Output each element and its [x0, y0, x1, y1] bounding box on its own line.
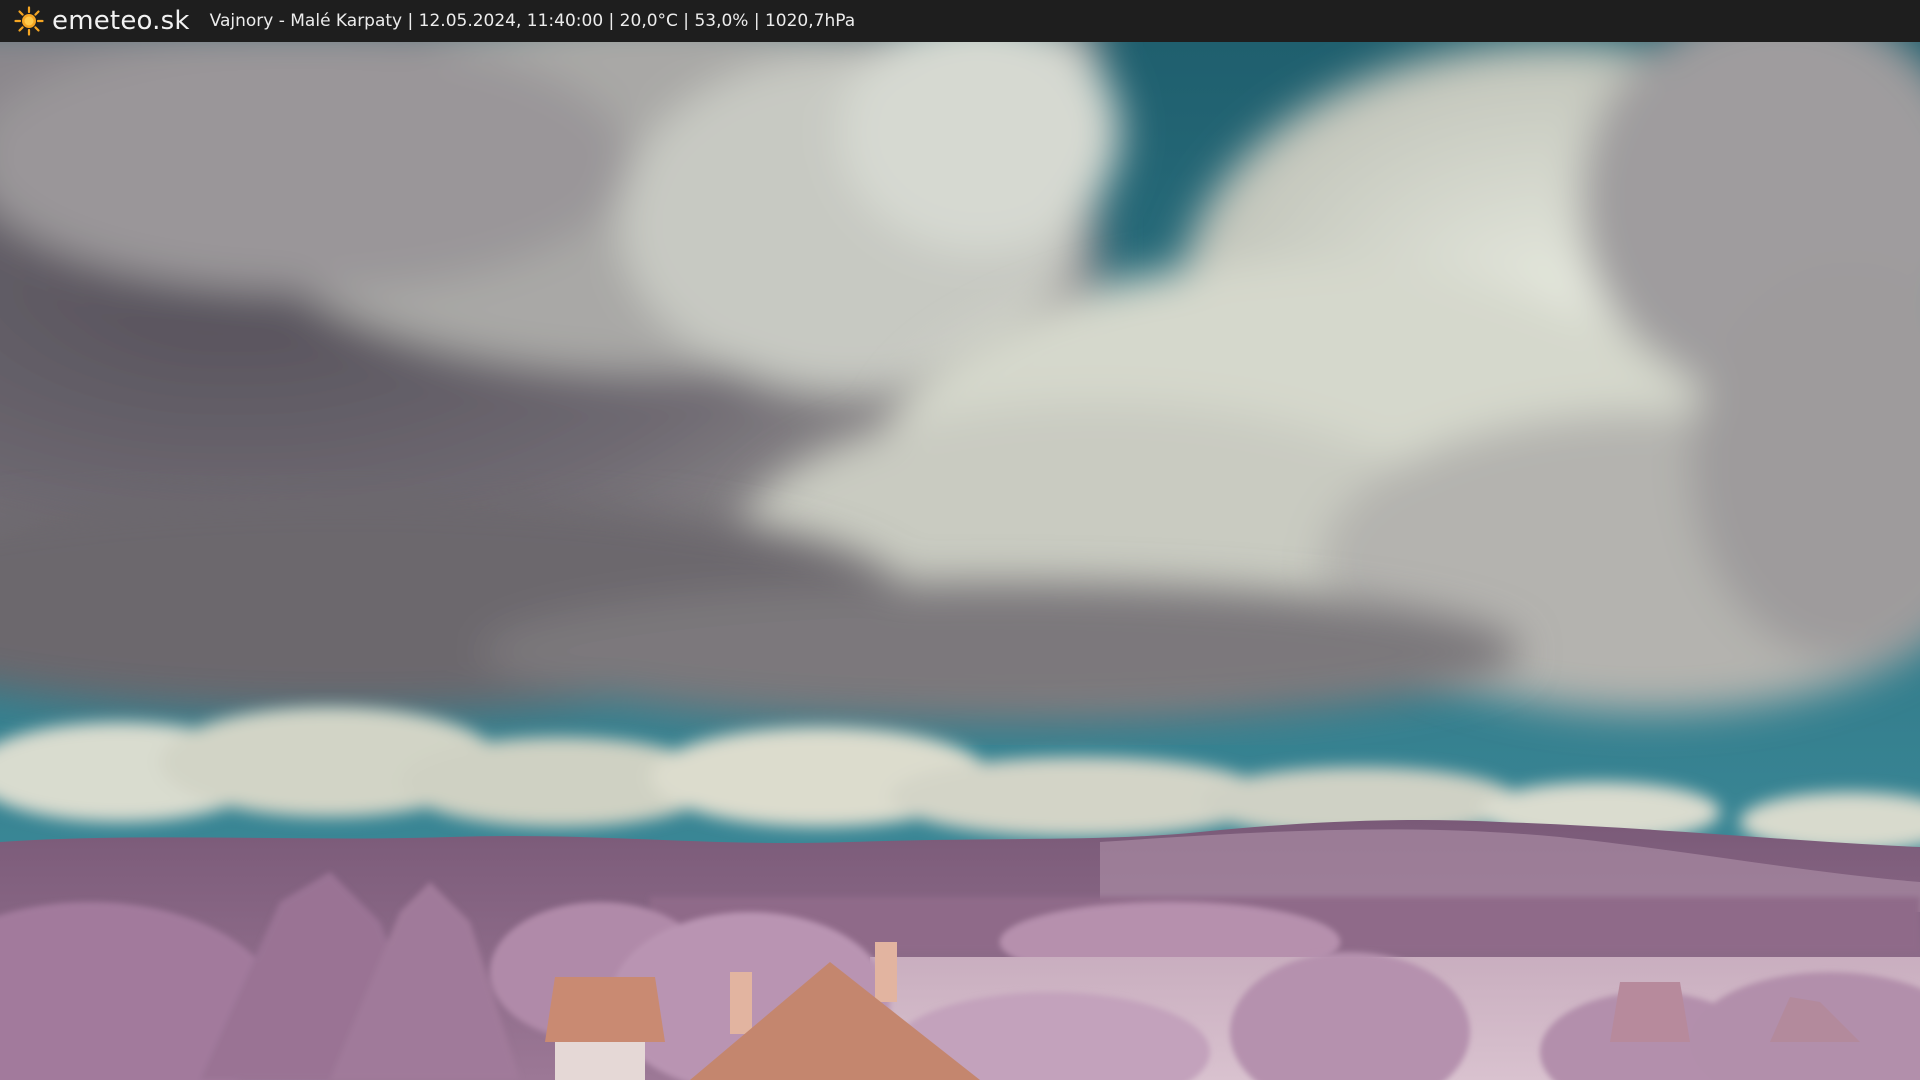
webcam-image	[0, 42, 1920, 1080]
roof-left	[545, 977, 665, 1042]
station-info: Vajnory - Malé Karpaty | 12.05.2024, 11:…	[209, 11, 856, 31]
brand-name: emeteo.sk	[52, 6, 190, 36]
site-logo[interactable]: emeteo.sk	[14, 6, 190, 36]
top-bar: emeteo.sk Vajnory - Malé Karpaty | 12.05…	[0, 0, 1920, 42]
sun-icon	[14, 6, 44, 36]
